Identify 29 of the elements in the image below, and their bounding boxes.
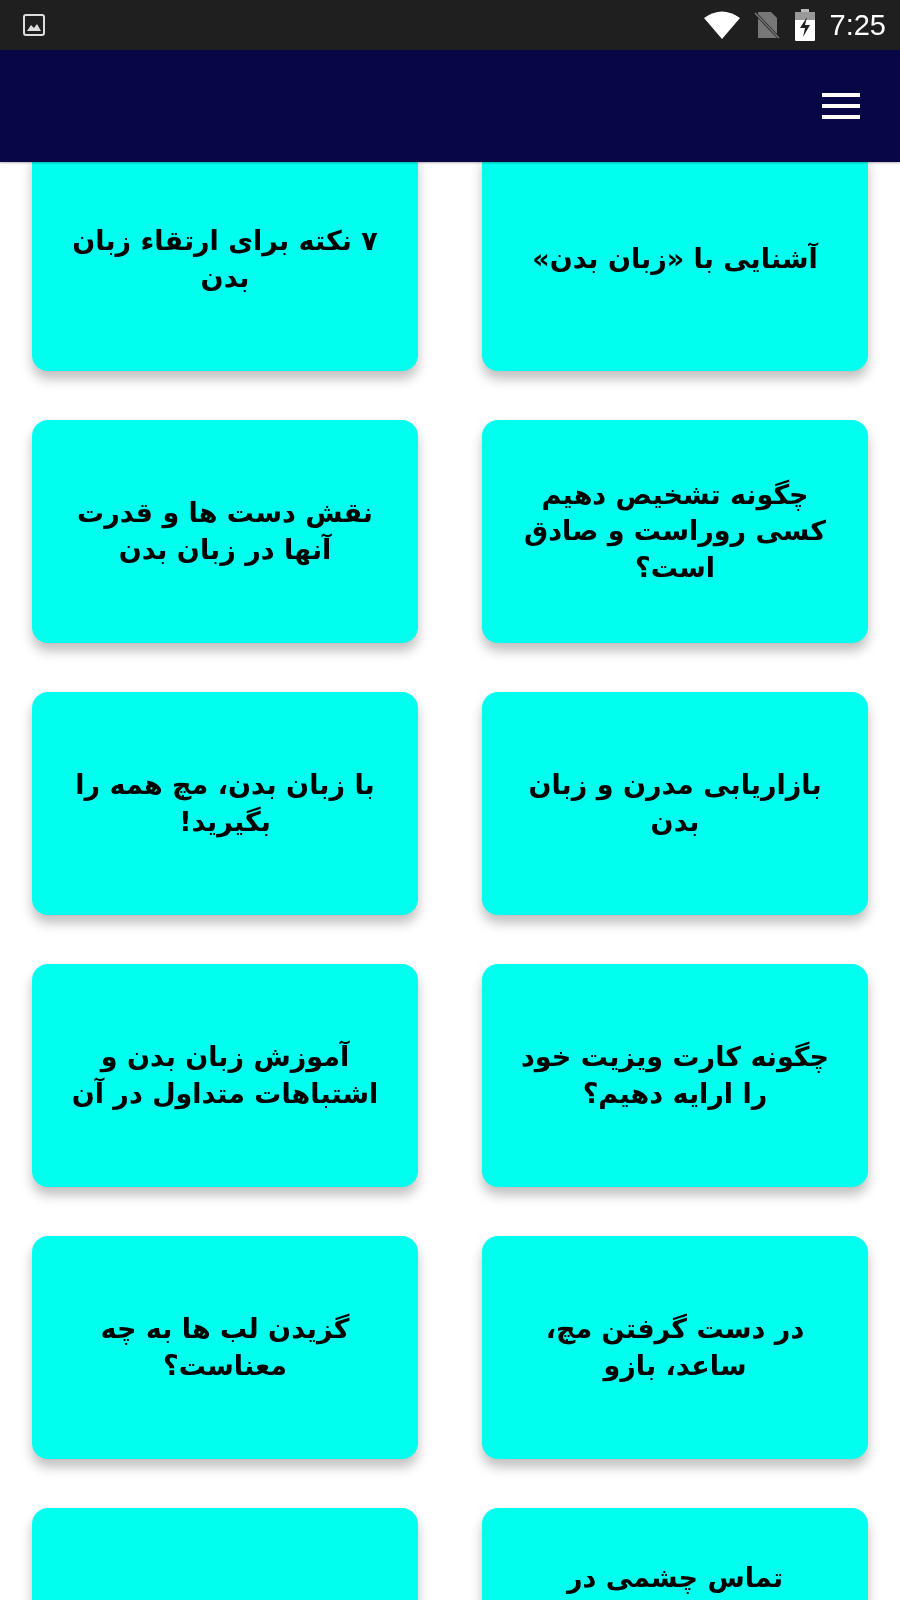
card-title: بازاریابی مدرن و زبان بدن (527, 768, 823, 839)
menu-button[interactable] (822, 92, 860, 120)
card-title: چگونه تشخیص دهیم کسی روراست و صادق است؟ (523, 477, 827, 585)
card-title: ۷ نکته برای ارتقاء زبان بدن (71, 224, 379, 295)
wifi-icon (703, 11, 740, 39)
card-title: در دست گرفتن مچ، ساعد، بازو (544, 1312, 806, 1384)
article-card[interactable]: گزیدن لب ها به چه معناست؟ (32, 1236, 418, 1459)
card-title: نقش دست ها و قدرت آنها در زبان بدن (76, 496, 374, 568)
clock: 7:25 (829, 8, 886, 42)
card-title: گزیدن لب ها به چه معناست؟ (99, 1312, 351, 1383)
card-title: چگونه کارت ویزیت خود را ارایه دهیم؟ (520, 1040, 830, 1112)
no-sim-icon (753, 10, 780, 40)
article-card[interactable]: ۷ نکته برای ارتقاء زبان بدن (32, 162, 418, 371)
article-card[interactable]: چگونه تشخیص دهیم کسی روراست و صادق است؟ (482, 420, 868, 643)
card-title: تماس چشمی در (566, 1561, 784, 1596)
battery-charging-icon (793, 9, 816, 41)
article-card[interactable]: در دست گرفتن مچ، ساعد، بازو (482, 1236, 868, 1459)
article-card[interactable]: بازاریابی مدرن و زبان بدن (482, 692, 868, 915)
article-card[interactable]: با زبان بدن، مچ همه را بگیرید! (32, 692, 418, 915)
card-title: آشنایی با «زبان بدن» (532, 241, 818, 277)
image-icon (22, 13, 46, 37)
article-card[interactable]: آشنایی با «زبان بدن» (482, 162, 868, 371)
article-card[interactable]: آموزش زبان بدن و اشتباهات متداول در آن (32, 964, 418, 1187)
article-card[interactable]: چگونه کارت ویزیت خود را ارایه دهیم؟ (482, 964, 868, 1187)
article-card[interactable]: نقش دست ها و قدرت آنها در زبان بدن (32, 420, 418, 643)
article-card[interactable]: تماس چشمی در (482, 1508, 868, 1600)
card-title: با زبان بدن، مچ همه را بگیرید! (74, 768, 376, 840)
menu-icon (822, 92, 860, 120)
card-title: آموزش زبان بدن و اشتباهات متداول در آن (70, 1039, 380, 1112)
